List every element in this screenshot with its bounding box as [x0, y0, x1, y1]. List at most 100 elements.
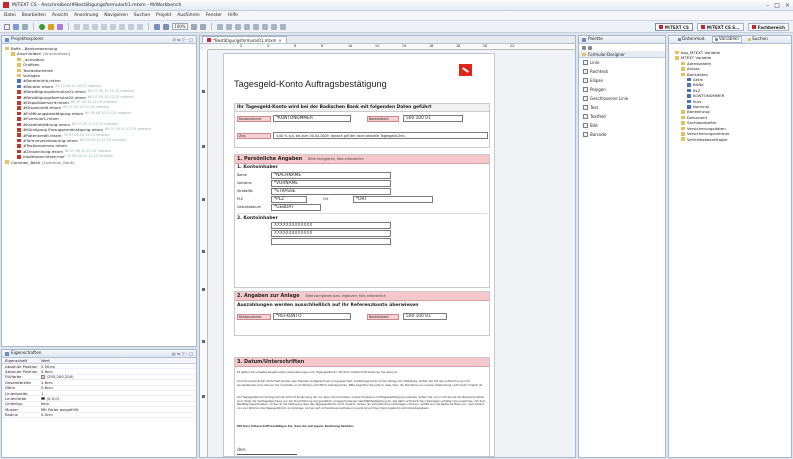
- close-icon[interactable]: ×: [785, 2, 790, 9]
- menu-datei[interactable]: Datei: [4, 13, 16, 18]
- same-size-icon[interactable]: [280, 23, 286, 30]
- tab-suchen[interactable]: Suchen: [745, 36, 771, 43]
- folder-icon: [5, 160, 9, 164]
- align-left-icon[interactable]: [217, 23, 223, 30]
- kontoinhaber-2-name[interactable]: XXXXXXXXXXXXX: [271, 222, 391, 229]
- geburtsdatum-field[interactable]: *GEBDAT: [271, 204, 321, 211]
- investment-section[interactable]: 2. Angaben zur Anlage Bitte korrigieren b…: [234, 291, 490, 336]
- align-center-icon[interactable]: [226, 23, 232, 30]
- menu-fenster[interactable]: Fenster: [206, 13, 222, 18]
- maximize-icon[interactable]: □: [774, 2, 780, 9]
- save-icon[interactable]: [13, 23, 19, 30]
- print-icon[interactable]: [22, 23, 28, 30]
- perspective-mtext-cs-s[interactable]: M/TEXT CS S...: [696, 23, 744, 31]
- ref-bankleitzahl-field[interactable]: 500 100 01: [403, 313, 447, 320]
- zins-label[interactable]: Zins: [237, 133, 271, 139]
- zins-field[interactable]: 4,00 % p.a. bis zum 30.04.2009, danach g…: [273, 132, 488, 139]
- tab-variablen[interactable]: Variablen: [711, 36, 743, 43]
- palette-item[interactable]: Barcode: [579, 130, 665, 139]
- palette-item[interactable]: Bild: [579, 121, 665, 130]
- align-top-icon[interactable]: [244, 23, 250, 30]
- menu-ansicht[interactable]: Ansicht: [52, 13, 68, 18]
- bankleitzahl-field[interactable]: 500 100 01: [403, 115, 463, 122]
- kontonummer-field[interactable]: *KONTONUMMER: [273, 115, 351, 122]
- ref-kontonummer-label[interactable]: Kontonummer: [237, 314, 271, 320]
- design-canvas[interactable]: 2 4 6 8 10 12 14 16 18 20 22 Tagesgeld-Konto Auftr…: [200, 44, 575, 457]
- property-row[interactable]: Radius 0.0cm: [2, 412, 196, 418]
- referenzkonto-note: Auszahlungen werden ausschließlich auf I…: [237, 303, 419, 308]
- vorname-field[interactable]: *VORNAME: [271, 180, 391, 187]
- editor-tab-active[interactable]: *Bestätigungsformular01.mtxm ×: [202, 36, 287, 43]
- zoom-select[interactable]: 100%: [172, 23, 188, 30]
- view-menu-icon[interactable]: ⊟ ⇆ ▽ – □: [172, 37, 193, 42]
- distribute-icon[interactable]: [271, 23, 277, 30]
- palette-tab[interactable]: Palette: [579, 36, 665, 44]
- redo-icon[interactable]: [101, 23, 107, 30]
- align-middle-icon[interactable]: [253, 23, 259, 30]
- cut-icon[interactable]: [110, 23, 116, 30]
- tree-item[interactable]: Common_Bank [Common_Bank]: [4, 160, 194, 165]
- align-right-icon[interactable]: [235, 23, 241, 30]
- ort-field[interactable]: *ORT: [353, 196, 433, 203]
- menu-anordnung[interactable]: Anordnung: [74, 13, 98, 18]
- property-value-text: (255,200,200): [46, 374, 74, 380]
- select-tool-icon[interactable]: [582, 45, 586, 50]
- back-icon[interactable]: [74, 23, 80, 30]
- debug-icon[interactable]: [48, 23, 54, 30]
- menu-ausfuehren[interactable]: Ausführen: [177, 13, 199, 18]
- intro-heading[interactable]: Ihr Tagesgeld-Konto wird bei der Badisch…: [235, 104, 489, 112]
- menu-bearbeiten[interactable]: Bearbeiten: [22, 13, 46, 18]
- perspective-fachbereich[interactable]: Fachbereich: [747, 23, 789, 31]
- palette-item[interactable]: Textfeld: [579, 112, 665, 121]
- perspective-mtext-cs[interactable]: M/TEXT CS: [654, 23, 693, 31]
- name-field[interactable]: *NACHNAME: [271, 172, 391, 179]
- property-value: Kein: [39, 401, 49, 406]
- plz-field[interactable]: *PLZ: [271, 196, 307, 203]
- align-bottom-icon[interactable]: [262, 23, 268, 30]
- delete-icon[interactable]: [137, 23, 143, 30]
- tab-datenmodell[interactable]: Datenmod.: [675, 36, 709, 43]
- zoom-out-icon[interactable]: [200, 23, 206, 30]
- forward-icon[interactable]: [83, 23, 89, 30]
- menu-navigieren[interactable]: Navigieren: [104, 13, 128, 18]
- menu-suchen[interactable]: Suchen: [134, 13, 150, 18]
- palette-item[interactable]: Text: [579, 103, 665, 112]
- project-explorer-tab[interactable]: Projektexplorer ⊟ ⇆ ▽ – □: [2, 36, 196, 44]
- kontoinhaber-2-strasse[interactable]: [271, 238, 391, 245]
- strasse-field[interactable]: *STRASSE: [271, 188, 391, 195]
- minimize-icon[interactable]: –: [766, 2, 769, 9]
- paste-icon[interactable]: [128, 23, 134, 30]
- palette-drawer-formular-designer[interactable]: Formular-Designer: [579, 51, 665, 58]
- palette-item[interactable]: Geschlossene Linie: [579, 94, 665, 103]
- palette-item[interactable]: Polygon: [579, 85, 665, 94]
- run-icon[interactable]: [39, 23, 45, 30]
- account-data-section[interactable]: Ihr Tagesgeld-Konto wird bei der Badisch…: [234, 103, 490, 148]
- refkonto-field[interactable]: *REFKONTO: [273, 313, 351, 320]
- kontoinhaber-2-vorname[interactable]: XXXXXXXXXXXXX: [271, 230, 391, 237]
- kontonummer-label[interactable]: Kontonummer: [237, 116, 271, 122]
- snap-icon[interactable]: [163, 23, 169, 30]
- menu-projekt[interactable]: Projekt: [156, 13, 171, 18]
- close-tab-icon[interactable]: ×: [278, 38, 281, 43]
- copy-icon[interactable]: [119, 23, 125, 30]
- grid-icon[interactable]: [154, 23, 160, 30]
- undo-icon[interactable]: [92, 23, 98, 30]
- personal-data-section[interactable]: 1. Persönliche Angaben Bitte korrigieren,…: [234, 154, 490, 288]
- tool-icon[interactable]: [57, 23, 63, 30]
- date-field[interactable]: den: [237, 448, 297, 455]
- document-title[interactable]: Tagesgeld-Konto Auftragsbestätigung: [234, 79, 387, 89]
- bankleitzahl-label[interactable]: Bankleitzahl: [367, 116, 399, 122]
- palette-item[interactable]: Linie: [579, 58, 665, 67]
- menu-hilfe[interactable]: Hilfe: [228, 13, 238, 18]
- ref-bankleitzahl-label[interactable]: Bankleitzahl: [367, 314, 399, 320]
- properties-tab[interactable]: Eigenschaften ▤ ⇆ ▽ – □: [2, 350, 196, 358]
- palette-item[interactable]: Rechteck: [579, 67, 665, 76]
- variable-item[interactable]: Vertriebsbeauftragte: [671, 137, 789, 142]
- new-icon[interactable]: [4, 23, 10, 30]
- view-menu-icon[interactable]: ▤ ⇆ ▽ – □: [172, 351, 193, 356]
- marquee-tool-icon[interactable]: [588, 45, 592, 50]
- signature-section[interactable]: 3. Datum/Unterschriften Es gelten die um…: [234, 357, 490, 457]
- zoom-in-icon[interactable]: [191, 23, 197, 30]
- palette-item[interactable]: Ellipse: [579, 76, 665, 85]
- tree-item-label: Common_Bank: [11, 159, 41, 165]
